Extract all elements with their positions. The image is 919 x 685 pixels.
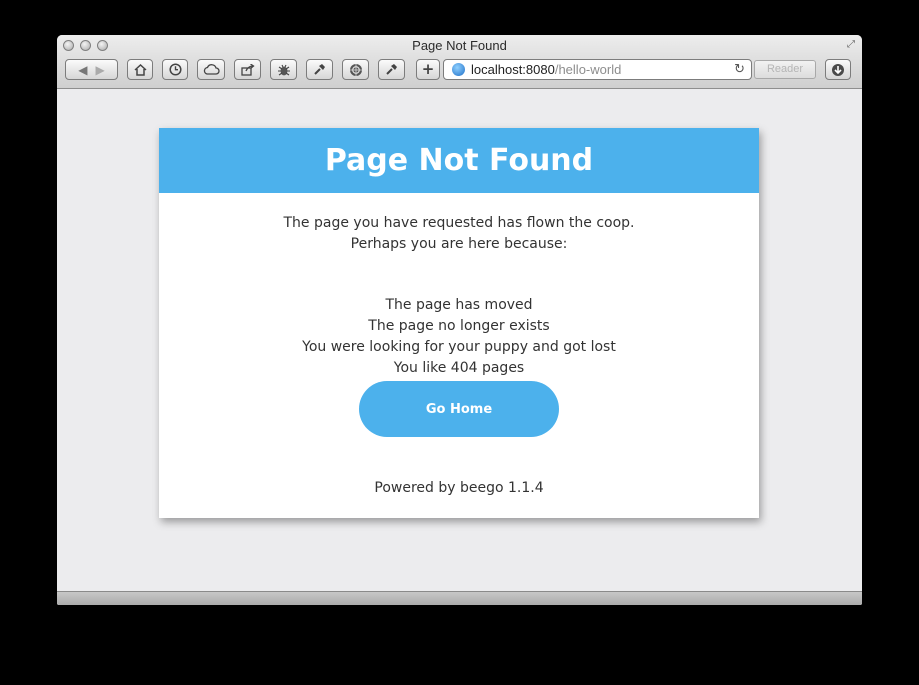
add-icon[interactable]: + <box>422 62 435 77</box>
icloud-icon <box>203 64 220 75</box>
error-card: Page Not Found The page you have request… <box>159 128 759 518</box>
address-bar[interactable]: localhost:8080/hello-world ↻ <box>443 59 752 80</box>
home-icon <box>133 63 147 76</box>
reason-item: The page has moved <box>385 297 533 313</box>
browser-toolbar: Page Not Found ⤢ ◀ ▶ + localhost:8080/he… <box>57 35 862 89</box>
intro-line-2: Perhaps you are here because: <box>350 236 568 252</box>
browser-window: Page Not Found ⤢ ◀ ▶ + localhost:8080/he… <box>57 35 862 605</box>
fullscreen-icon[interactable]: ⤢ <box>847 39 855 50</box>
develop-icon <box>314 64 325 75</box>
globe-icon <box>452 63 465 76</box>
page-title: Page Not Found <box>159 128 759 193</box>
settings-icon <box>386 64 397 75</box>
web-inspector-button[interactable] <box>342 59 369 80</box>
home-button[interactable] <box>127 59 153 80</box>
window-title: Page Not Found <box>412 38 507 53</box>
forward-icon[interactable]: ▶ <box>96 64 105 76</box>
reason-item: The page no longer exists <box>368 318 550 334</box>
go-home-button[interactable]: Go Home <box>359 381 559 437</box>
reader-button[interactable]: Reader <box>754 60 816 79</box>
page-viewport: Page Not Found The page you have request… <box>57 89 862 591</box>
share-button[interactable] <box>234 59 261 80</box>
share-icon <box>240 63 255 76</box>
web-inspector-icon <box>349 63 362 76</box>
url-path: /hello-world <box>554 62 622 77</box>
status-bar <box>57 591 862 605</box>
new-tab-button[interactable]: + <box>416 59 440 80</box>
icloud-tabs-button[interactable] <box>197 59 225 80</box>
powered-by-footer: Powered by beego 1.1.4 <box>374 480 544 496</box>
back-icon[interactable]: ◀ <box>78 64 87 76</box>
downloads-button[interactable] <box>825 59 851 80</box>
download-icon <box>832 63 844 76</box>
back-forward-button[interactable]: ◀ ▶ <box>65 59 118 80</box>
bug-icon <box>277 64 290 75</box>
reason-item: You like 404 pages <box>393 360 525 376</box>
history-icon <box>168 63 182 76</box>
intro-line-1: The page you have requested has flown th… <box>283 215 635 231</box>
history-button[interactable] <box>162 59 188 80</box>
tools-button[interactable] <box>378 59 405 80</box>
reason-item: You were looking for your puppy and got … <box>302 339 616 355</box>
reasons-list: The page has moved The page no longer ex… <box>159 295 759 379</box>
reload-icon[interactable]: ↻ <box>734 61 745 77</box>
bug-button[interactable] <box>270 59 297 80</box>
develop-button[interactable] <box>306 59 333 80</box>
url-host: localhost:8080 <box>471 62 555 77</box>
